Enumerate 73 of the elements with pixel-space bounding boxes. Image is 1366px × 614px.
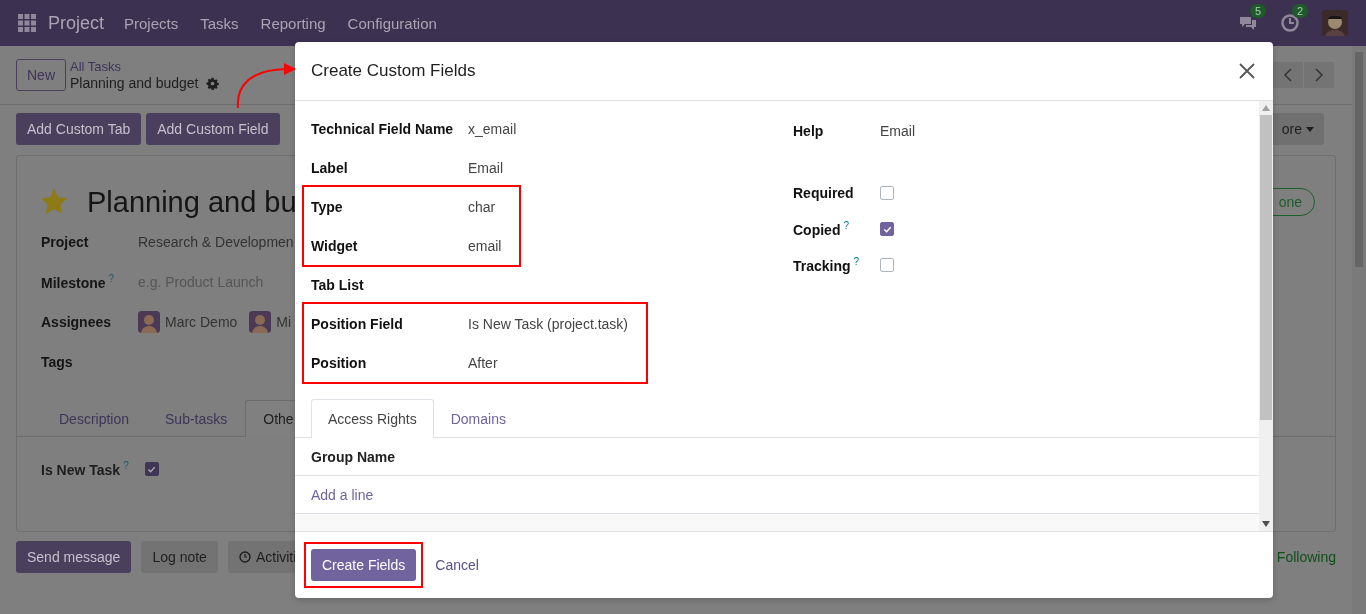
dialog-title: Create Custom Fields (311, 61, 476, 81)
tab[interactable]: Access Rights (311, 399, 434, 438)
checkbox[interactable] (880, 258, 894, 272)
settings-icon[interactable] (206, 76, 220, 90)
activity-count-badge: 2 (1292, 4, 1309, 18)
person-avatar (138, 311, 160, 333)
person-avatar (249, 311, 272, 333)
following-button[interactable]: Following (1276, 549, 1336, 565)
apps-menu-icon[interactable] (18, 14, 36, 32)
new-button[interactable]: New (16, 59, 66, 91)
app-name[interactable]: Project (48, 12, 105, 34)
action-button[interactable]: Add Custom Tab (16, 113, 142, 145)
chatter-button[interactable]: Send message (16, 541, 132, 573)
menu-item[interactable]: Projects (124, 14, 179, 32)
field-value[interactable]: x_email (468, 120, 517, 137)
field-label: Technical Field Name (311, 120, 455, 137)
field-label: Project (41, 234, 90, 250)
field-label: Required (793, 185, 855, 201)
field-value[interactable]: char (468, 198, 496, 215)
chevron-left-icon (1284, 68, 1292, 82)
scrollbar[interactable] (1352, 46, 1366, 614)
caret-icon (1306, 126, 1314, 132)
scrollbar[interactable] (1259, 101, 1273, 531)
field-label: Label (311, 159, 349, 176)
tab[interactable]: Sub-tasks (147, 400, 246, 437)
field-label: Position Field (311, 315, 404, 332)
field-label: Widget (311, 237, 359, 254)
chatter-button[interactable]: Log note (141, 541, 218, 573)
field-label: Tags (41, 354, 74, 370)
field-label: Tab List (311, 276, 365, 293)
message-count-badge: 5 (1250, 4, 1267, 18)
field-label: Is New Task $^{?}$ (41, 460, 129, 478)
breadcrumb-current: Planning and budget (70, 75, 199, 91)
field-value[interactable]: Is New Task (project.task) (468, 315, 628, 332)
breadcrumb-link[interactable]: All Tasks (70, 59, 220, 75)
add-line-link[interactable]: Add a line (311, 486, 374, 503)
assignee-name[interactable]: Marc Demo (165, 314, 238, 330)
star-icon[interactable] (41, 189, 67, 215)
close-button[interactable] (1237, 61, 1257, 81)
cancel-button[interactable]: Cancel (431, 557, 483, 573)
field-label: Milestone $^{?}$ (41, 273, 116, 291)
field-label: Help (793, 122, 825, 139)
create-button[interactable]: Create Fields (311, 549, 417, 581)
close-icon (1237, 61, 1257, 81)
checkbox[interactable] (880, 186, 894, 200)
column-header: Group Name (311, 448, 395, 465)
menu-item[interactable]: Tasks (200, 14, 239, 32)
field-label: Assignees (41, 314, 113, 330)
field-label: Type (311, 198, 344, 215)
tab[interactable]: Domains (433, 399, 523, 438)
checkbox[interactable] (144, 462, 159, 476)
assignee-name[interactable]: Mi (276, 314, 292, 330)
clock-icon (238, 551, 251, 563)
field-value[interactable]: After (468, 354, 498, 371)
clock-icon[interactable] (1280, 13, 1300, 33)
field-label: Position (311, 354, 368, 371)
user-avatar[interactable] (1322, 10, 1348, 36)
field-value[interactable]: Email (468, 159, 503, 176)
tab[interactable]: Description (41, 400, 148, 437)
field-value[interactable]: Email (880, 122, 915, 139)
field-value[interactable]: email (468, 237, 502, 254)
scroll-down-icon[interactable] (1262, 521, 1270, 527)
menu-item[interactable]: Configuration (347, 14, 437, 32)
chevron-right-icon (1315, 68, 1323, 82)
checkbox[interactable] (880, 222, 894, 236)
check-icon (882, 224, 892, 234)
field-label: Copied $^{?}$ (793, 220, 850, 238)
action-button[interactable]: Add Custom Field (146, 113, 280, 145)
field-label: Tracking $^{?}$ (793, 256, 861, 274)
check-icon (147, 464, 157, 474)
menu-item[interactable]: Reporting (260, 14, 326, 32)
scroll-up-icon[interactable] (1262, 105, 1270, 111)
task-title: Planning and bu (87, 185, 297, 220)
